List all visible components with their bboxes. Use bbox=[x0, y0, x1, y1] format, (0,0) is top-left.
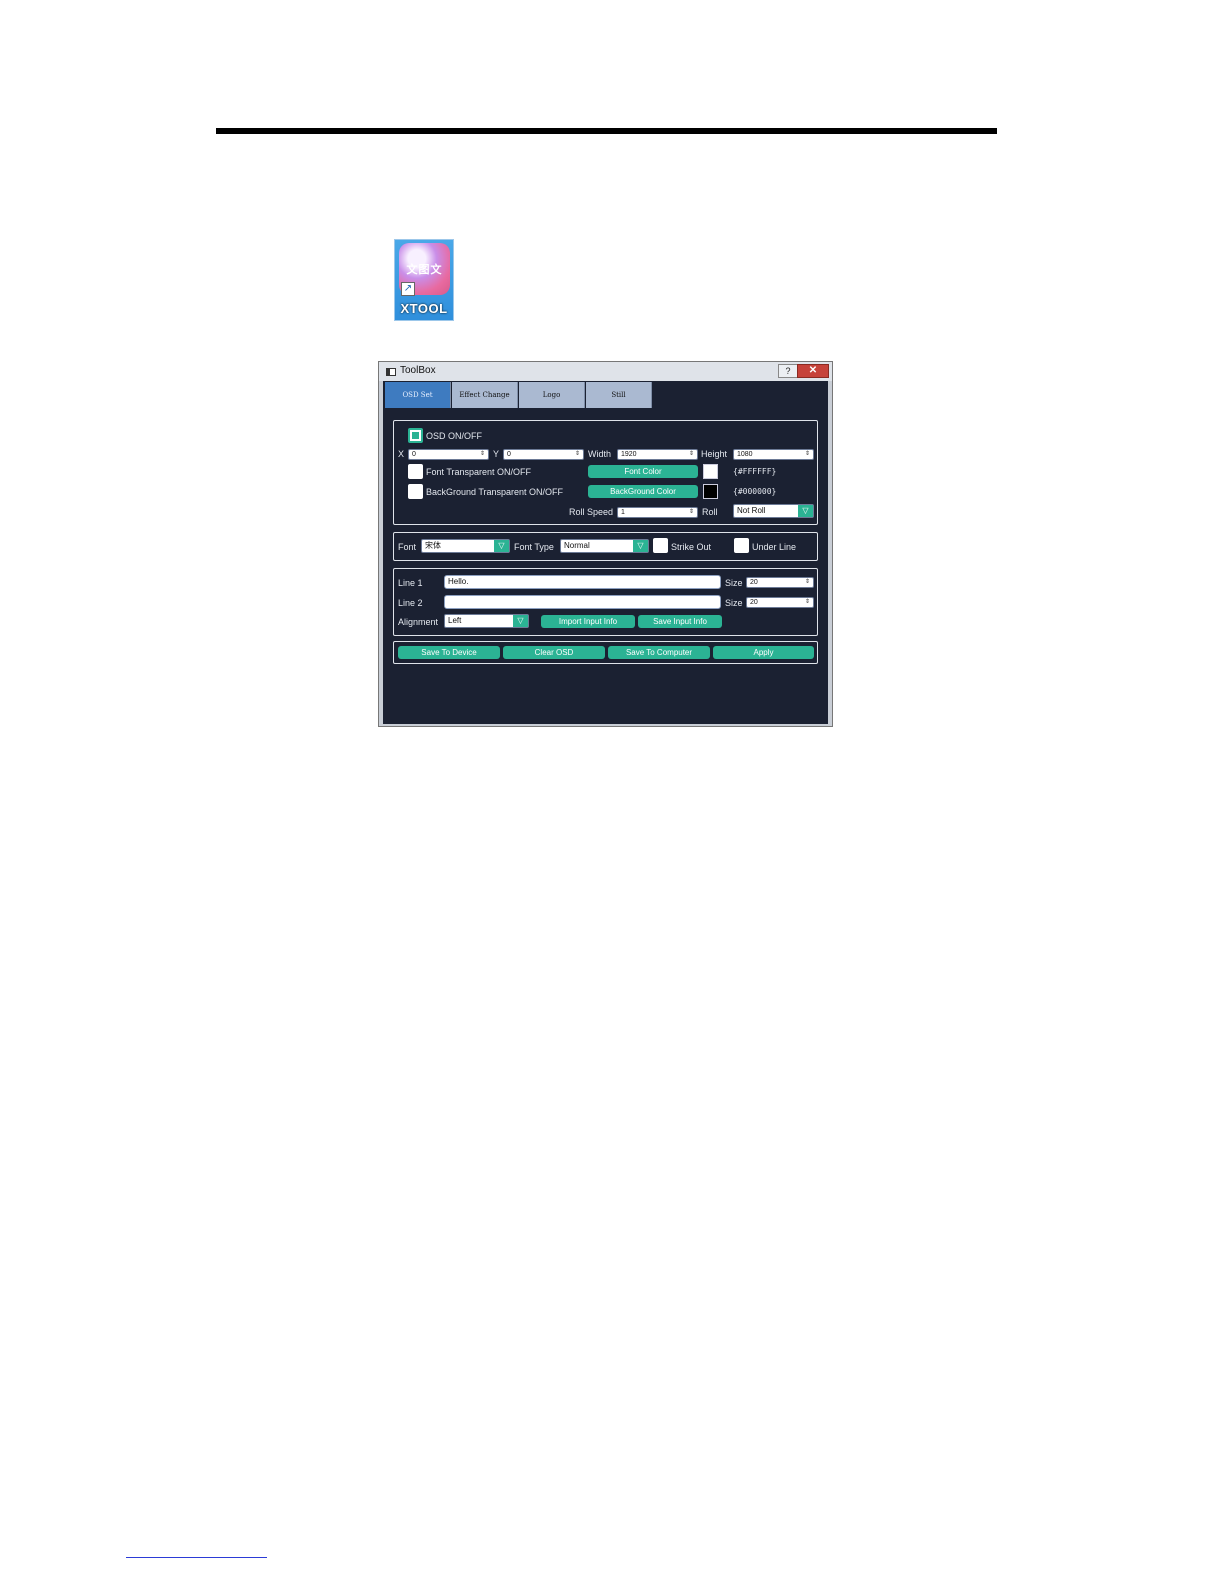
spin-arrows-icon[interactable]: ⇕ bbox=[689, 450, 694, 459]
font-transparent-checkbox[interactable] bbox=[408, 464, 423, 479]
spin-arrows-icon[interactable]: ⇕ bbox=[805, 598, 810, 607]
shortcut-label: XTOOL bbox=[400, 301, 448, 316]
font-color-button[interactable]: Font Color bbox=[588, 465, 698, 478]
tab-osd-set[interactable]: OSD Set bbox=[385, 382, 451, 408]
spin-arrows-icon[interactable]: ⇕ bbox=[480, 450, 485, 459]
app-art-glyphs: 文图文 bbox=[406, 264, 443, 276]
height-spinbox[interactable]: 1080 ⇕ bbox=[733, 449, 814, 460]
x-spinbox[interactable]: 0 ⇕ bbox=[408, 449, 489, 460]
window-title: ToolBox bbox=[400, 365, 436, 376]
alignment-value: Left bbox=[448, 616, 462, 625]
window-client: OSD Set Effect Change Logo Still OSD ON/… bbox=[383, 381, 828, 724]
bg-transparent-checkbox[interactable] bbox=[408, 484, 423, 499]
footer-link-underline[interactable] bbox=[126, 1557, 267, 1558]
y-spinbox[interactable]: 0 ⇕ bbox=[503, 449, 584, 460]
x-label: X bbox=[398, 449, 405, 459]
alignment-select[interactable]: Left ▽ bbox=[444, 614, 529, 628]
line1-label: Line 1 bbox=[398, 578, 423, 588]
tab-effect-change[interactable]: Effect Change bbox=[452, 382, 518, 408]
font-color-hex: {#FFFFFF} bbox=[733, 467, 777, 476]
strike-out-checkbox[interactable] bbox=[653, 538, 668, 553]
width-value: 1920 bbox=[621, 451, 637, 458]
bg-color-swatch[interactable] bbox=[703, 484, 718, 499]
title-bar[interactable]: ToolBox ? ✕ bbox=[379, 362, 832, 381]
spin-arrows-icon[interactable]: ⇕ bbox=[689, 508, 694, 517]
xtool-shortcut-icon[interactable]: 文图文 ↗ XTOOL bbox=[394, 239, 454, 321]
width-label: Width bbox=[588, 449, 612, 459]
text-group: Line 1 Hello. Size 20 ⇕ Line 2 Size 20 ⇕ A… bbox=[393, 568, 818, 636]
height-label: Height bbox=[701, 449, 728, 459]
size2-value: 20 bbox=[750, 599, 758, 606]
size1-label: Size bbox=[725, 578, 743, 588]
roll-select[interactable]: Not Roll ▽ bbox=[733, 504, 814, 518]
tab-logo[interactable]: Logo bbox=[519, 382, 585, 408]
font-select[interactable]: 宋体 ▽ bbox=[421, 539, 510, 553]
tab-still[interactable]: Still bbox=[586, 382, 652, 408]
osd-group: OSD ON/OFF X 0 ⇕ Y 0 ⇕ Width 1920 ⇕ Height … bbox=[393, 420, 818, 525]
x-value: 0 bbox=[412, 451, 416, 458]
bg-transparent-label: BackGround Transparent ON/OFF bbox=[426, 487, 564, 497]
roll-speed-spinbox[interactable]: 1 ⇕ bbox=[617, 507, 698, 518]
height-value: 1080 bbox=[737, 451, 753, 458]
window-icon bbox=[386, 368, 396, 376]
font-type-label: Font Type bbox=[514, 542, 554, 552]
chevron-down-icon[interactable]: ▽ bbox=[494, 540, 509, 552]
font-transparent-label: Font Transparent ON/OFF bbox=[426, 467, 532, 477]
y-value: 0 bbox=[507, 451, 511, 458]
roll-speed-value: 1 bbox=[621, 509, 625, 516]
font-type-select[interactable]: Normal ▽ bbox=[560, 539, 649, 553]
clear-osd-button[interactable]: Clear OSD bbox=[503, 646, 605, 659]
import-input-button[interactable]: Import Input Info bbox=[541, 615, 635, 628]
font-color-swatch[interactable] bbox=[703, 464, 718, 479]
font-value: 宋体 bbox=[425, 541, 441, 550]
close-button[interactable]: ✕ bbox=[797, 364, 829, 378]
chevron-down-icon[interactable]: ▽ bbox=[798, 505, 813, 517]
strike-out-label: Strike Out bbox=[671, 542, 712, 552]
line2-input[interactable] bbox=[444, 595, 721, 609]
alignment-label: Alignment bbox=[398, 617, 439, 627]
size1-spinbox[interactable]: 20 ⇕ bbox=[746, 577, 814, 588]
spin-arrows-icon[interactable]: ⇕ bbox=[805, 578, 810, 587]
spin-arrows-icon[interactable]: ⇕ bbox=[575, 450, 580, 459]
line1-input[interactable]: Hello. bbox=[444, 575, 721, 589]
apply-button[interactable]: Apply bbox=[713, 646, 814, 659]
font-label: Font bbox=[398, 542, 417, 552]
line2-label: Line 2 bbox=[398, 598, 423, 608]
size2-label: Size bbox=[725, 598, 743, 608]
save-input-button[interactable]: Save Input Info bbox=[638, 615, 722, 628]
toolbox-window: ToolBox ? ✕ OSD Set Effect Change Logo S… bbox=[378, 361, 833, 727]
roll-label: Roll bbox=[702, 507, 718, 517]
y-label: Y bbox=[493, 449, 500, 459]
shortcut-arrow-icon: ↗ bbox=[401, 282, 415, 296]
font-type-value: Normal bbox=[564, 541, 590, 550]
spin-arrows-icon[interactable]: ⇕ bbox=[805, 450, 810, 459]
help-button[interactable]: ? bbox=[778, 364, 798, 378]
osd-on-checkbox[interactable] bbox=[408, 428, 423, 443]
under-line-checkbox[interactable] bbox=[734, 538, 749, 553]
roll-speed-label: Roll Speed bbox=[569, 507, 614, 517]
under-line-label: Under Line bbox=[752, 542, 797, 552]
bg-color-button[interactable]: BackGround Color bbox=[588, 485, 698, 498]
save-to-computer-button[interactable]: Save To Computer bbox=[608, 646, 710, 659]
font-group: Font 宋体 ▽ Font Type Normal ▽ Strike Out Un… bbox=[393, 532, 818, 561]
save-to-device-button[interactable]: Save To Device bbox=[398, 646, 500, 659]
actions-group: Save To Device Clear OSD Save To Compute… bbox=[393, 641, 818, 664]
header-rule bbox=[216, 128, 997, 134]
width-spinbox[interactable]: 1920 ⇕ bbox=[617, 449, 698, 460]
roll-value: Not Roll bbox=[737, 506, 766, 515]
chevron-down-icon[interactable]: ▽ bbox=[633, 540, 648, 552]
size1-value: 20 bbox=[750, 579, 758, 586]
osd-on-label: OSD ON/OFF bbox=[426, 431, 482, 441]
chevron-down-icon[interactable]: ▽ bbox=[513, 615, 528, 627]
size2-spinbox[interactable]: 20 ⇕ bbox=[746, 597, 814, 608]
bg-color-hex: {#000000} bbox=[733, 487, 777, 496]
